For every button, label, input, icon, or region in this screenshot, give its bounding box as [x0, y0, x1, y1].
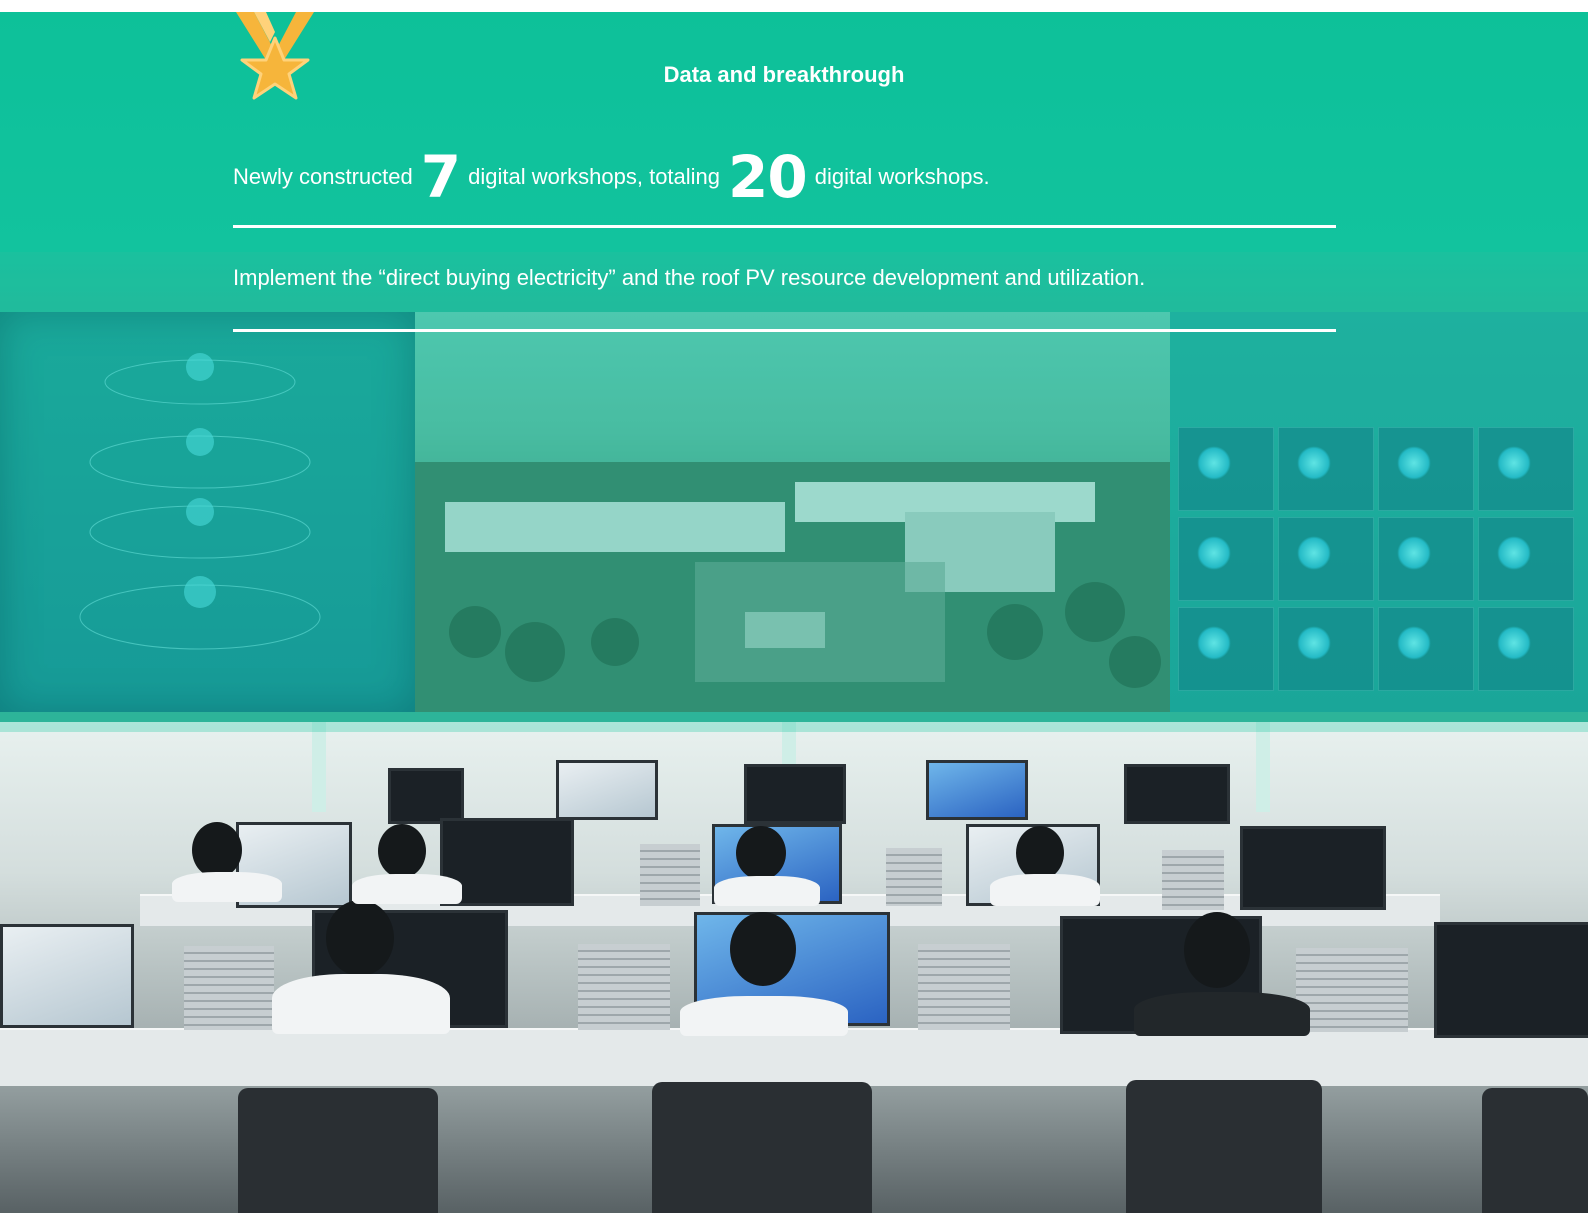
stat-middle: digital workshops, totaling: [468, 164, 721, 189]
section-title: Data and breakthrough: [663, 62, 905, 87]
pv-statement: Implement the “direct buying electricity…: [233, 265, 1146, 290]
workshop-stat-line: Newly constructed 7 digital workshops, t…: [233, 142, 990, 212]
divider-bottom: [233, 329, 1336, 332]
top-strip: [0, 0, 1588, 12]
stat-total-workshops: 20: [728, 143, 808, 211]
green-overlay: [0, 12, 1588, 732]
hero-section: Data and breakthrough Newly constructed …: [0, 12, 1588, 1213]
stat-suffix: digital workshops.: [814, 164, 990, 189]
stat-prefix: Newly constructed: [233, 164, 413, 189]
medal-star-icon: [230, 12, 320, 104]
stat-new-workshops: 7: [420, 143, 461, 211]
divider-top: [233, 225, 1336, 228]
